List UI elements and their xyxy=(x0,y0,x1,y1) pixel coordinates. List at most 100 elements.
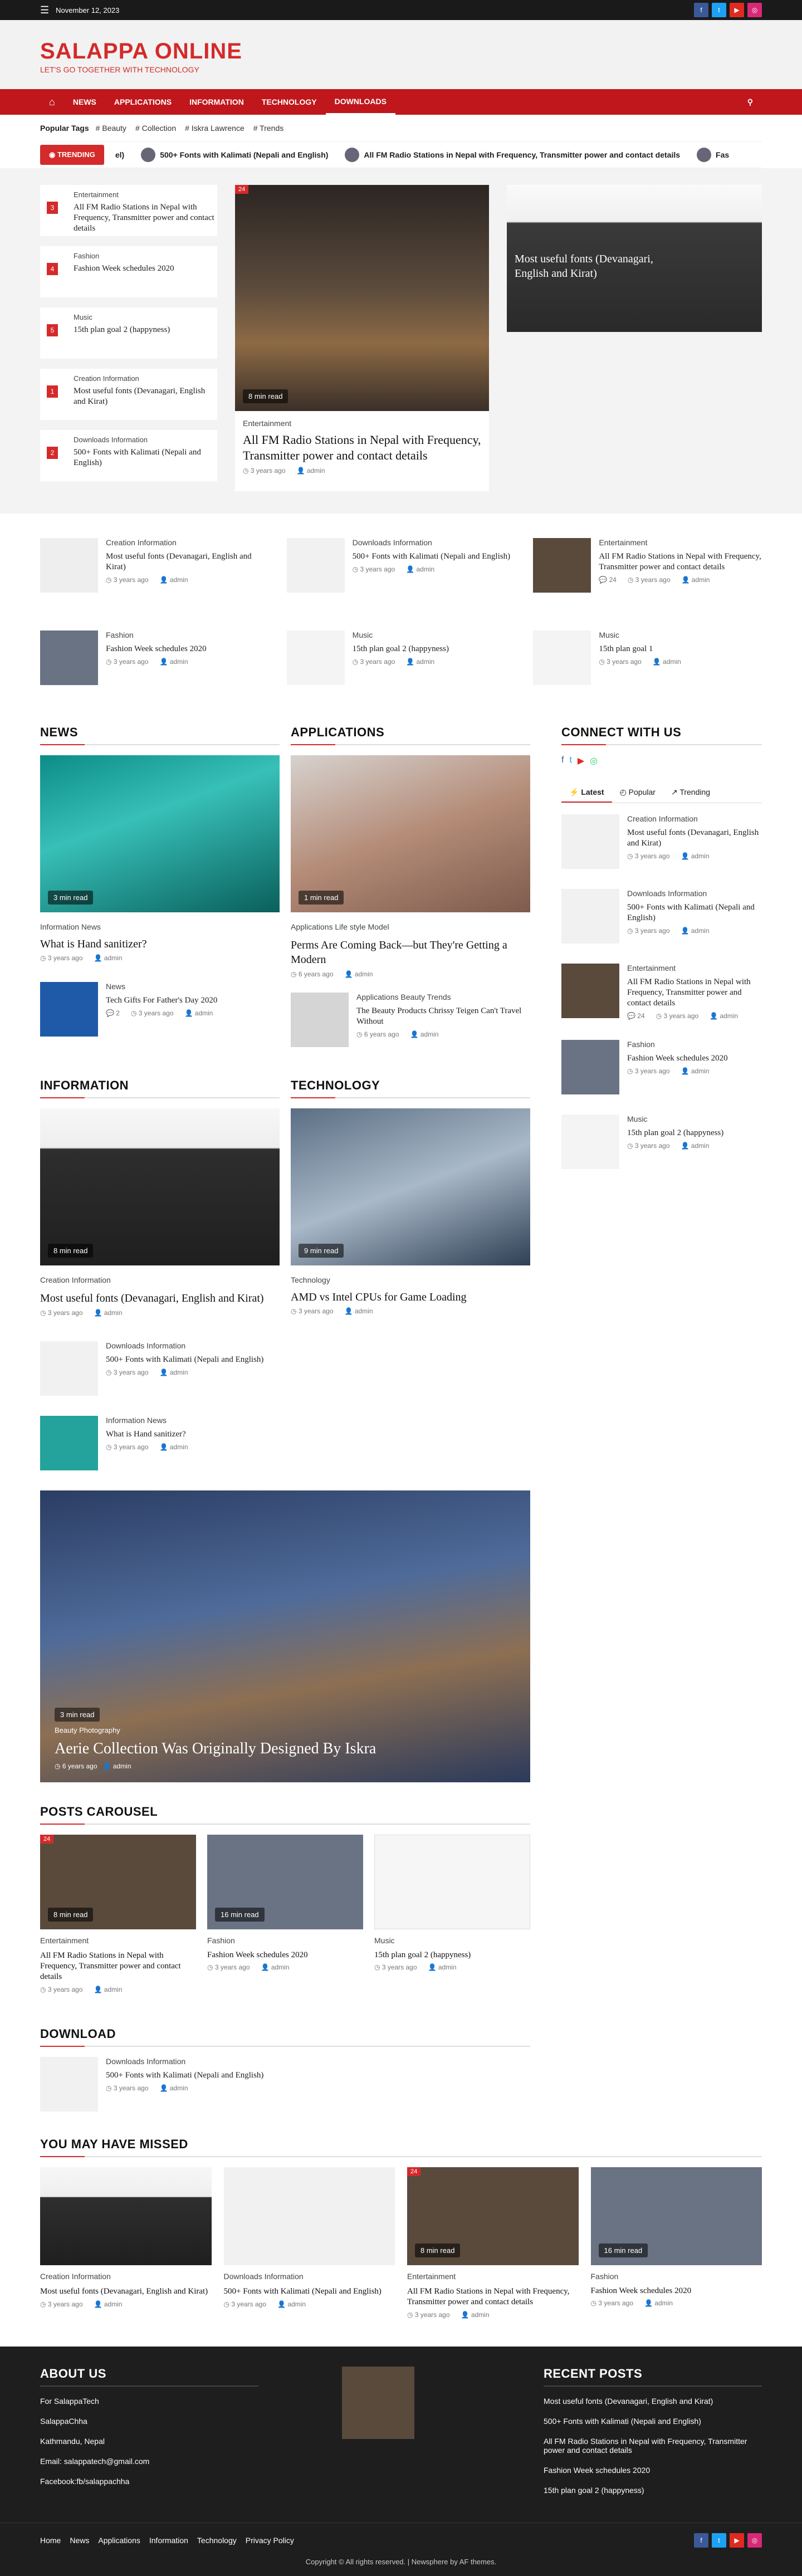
sidebar-post[interactable]: Downloads Information 500+ Fonts with Kal… xyxy=(561,889,762,944)
recent-link[interactable]: Fashion Week schedules 2020 xyxy=(544,2466,762,2475)
recent-link[interactable]: All FM Radio Stations in Nepal with Freq… xyxy=(544,2437,762,2455)
site-logo[interactable]: SALAPPA ONLINE xyxy=(40,39,762,64)
current-date: November 12, 2023 xyxy=(56,6,120,14)
tag-link[interactable]: # Trends xyxy=(253,124,284,133)
hero-list-item[interactable]: 3 Entertainment All FM Radio Stations in N… xyxy=(40,185,217,236)
instagram-icon[interactable]: ◎ xyxy=(747,3,762,17)
tag-link[interactable]: # Iskra Lawrence xyxy=(185,124,244,133)
footer-recent: RECENT POSTS Most useful fonts (Devanaga… xyxy=(544,2367,762,2506)
tag-link[interactable]: # Beauty xyxy=(96,124,126,133)
main-content: NEWS 3 min read Information News What is… xyxy=(40,705,762,1782)
tab-latest[interactable]: ⚡ Latest xyxy=(561,783,612,803)
sidebar-post[interactable]: Fashion Fashion Week schedules 2020 ◷ 3 ye… xyxy=(561,1040,762,1094)
feature-post[interactable]: 3 min read Beauty Photography Aerie Coll… xyxy=(40,1490,530,1782)
recent-link[interactable]: Most useful fonts (Devanagari, English a… xyxy=(544,2397,762,2406)
small-post[interactable]: Music 15th plan goal 1 ◷ 3 years ago 👤 admi… xyxy=(533,630,762,685)
studio-image[interactable]: 24 8 min read xyxy=(235,185,489,411)
missed-item[interactable]: Creation Information Most useful fonts (D… xyxy=(40,2167,212,2319)
download-section: DOWNLOAD Downloads Information 500+ Fonts… xyxy=(40,2027,530,2111)
tab-trending[interactable]: ↗ Trending xyxy=(663,783,718,803)
cpu-image[interactable]: 9 min read xyxy=(291,1108,530,1265)
sidebar-tabs: ⚡ Latest ◴ Popular ↗ Trending xyxy=(561,783,762,803)
fonts-image[interactable]: 8 min read xyxy=(40,1108,280,1265)
facebook-icon[interactable]: f xyxy=(694,2533,708,2548)
sidebar-post[interactable]: Music 15th plan goal 2 (happyness) ◷ 3 yea… xyxy=(561,1115,762,1169)
hero-right-post[interactable]: Most useful fonts (Devanagari, English a… xyxy=(507,185,762,491)
footer-link[interactable]: Applications xyxy=(98,2536,140,2545)
hero-list-item[interactable]: 4 Fashion Fashion Week schedules 2020 xyxy=(40,246,217,297)
ticker-item[interactable]: 500+ Fonts with Kalimati (Nepali and Eng… xyxy=(141,148,328,162)
tag-link[interactable]: # Collection xyxy=(135,124,176,133)
trending-label[interactable]: ◉ TRENDING xyxy=(40,145,104,165)
small-post[interactable]: Entertainment All FM Radio Stations in Ne… xyxy=(533,538,762,593)
sidebar-post[interactable]: Creation Information Most useful fonts (D… xyxy=(561,814,762,869)
small-post[interactable]: Applications Beauty Trends The Beauty Pro… xyxy=(291,993,530,1047)
technology-section: TECHNOLOGY 9 min read Technology AMD vs … xyxy=(291,1078,530,1317)
twitter-icon[interactable]: t xyxy=(712,2533,726,2548)
youtube-icon[interactable]: ▶ xyxy=(730,2533,744,2548)
footer-link[interactable]: Information xyxy=(149,2536,188,2545)
info-title[interactable]: Most useful fonts (Devanagari, English a… xyxy=(40,1291,280,1306)
fonts-image[interactable]: Most useful fonts (Devanagari, English a… xyxy=(507,185,762,332)
ticker-item[interactable]: All FM Radio Stations in Nepal with Freq… xyxy=(345,148,680,162)
facebook-icon[interactable]: f xyxy=(694,3,708,17)
hero-main-title[interactable]: All FM Radio Stations in Nepal with Freq… xyxy=(243,432,481,463)
facebook-icon[interactable]: f xyxy=(561,755,564,766)
sidebar-post[interactable]: Entertainment All FM Radio Stations in Ne… xyxy=(561,964,762,1020)
hero-list-item[interactable]: 5 Music 15th plan goal 2 (happyness) xyxy=(40,307,217,359)
small-post[interactable]: Creation Information Most useful fonts (D… xyxy=(40,538,269,593)
missed-item[interactable]: Downloads Information 500+ Fonts with Kal… xyxy=(223,2167,395,2319)
apps-title[interactable]: Perms Are Coming Back—but They're Gettin… xyxy=(291,938,530,967)
carousel-item[interactable]: Music 15th plan goal 2 (happyness) ◷ 3 yea… xyxy=(374,1835,530,1993)
whatsapp-icon[interactable]: ◎ xyxy=(590,755,598,766)
top-social-links: f t ▶ ◎ xyxy=(694,3,762,17)
nav-information[interactable]: INFORMATION xyxy=(180,89,253,115)
missed-item[interactable]: 16 min read Fashion Fashion Week schedules… xyxy=(590,2167,762,2319)
recent-link[interactable]: 15th plan goal 2 (happyness) xyxy=(544,2486,762,2495)
twitter-icon[interactable]: t xyxy=(712,3,726,17)
footer-link[interactable]: News xyxy=(70,2536,89,2545)
perm-image[interactable]: 1 min read xyxy=(291,755,530,912)
small-post[interactable]: Downloads Information 500+ Fonts with Kal… xyxy=(40,2057,280,2111)
ticker-item[interactable]: el) xyxy=(115,150,124,159)
small-post[interactable]: Information News What is Hand sanitizer? ◷… xyxy=(40,1416,280,1470)
nav-news[interactable]: NEWS xyxy=(64,89,105,115)
footer-link[interactable]: Privacy Policy xyxy=(246,2536,294,2545)
tech-title[interactable]: AMD vs Intel CPUs for Game Loading xyxy=(291,1291,530,1304)
recent-link[interactable]: 500+ Fonts with Kalimati (Nepali and Eng… xyxy=(544,2417,762,2426)
twitter-icon[interactable]: t xyxy=(569,755,571,766)
small-post[interactable]: News Tech Gifts For Father's Day 2020 💬 2 ◷… xyxy=(40,982,280,1037)
small-post[interactable]: Downloads Information 500+ Fonts with Kal… xyxy=(40,1341,280,1396)
instagram-icon[interactable]: ◎ xyxy=(747,2533,762,2548)
youtube-icon[interactable]: ▶ xyxy=(730,3,744,17)
nav-applications[interactable]: APPLICATIONS xyxy=(105,89,180,115)
home-icon[interactable]: ⌂ xyxy=(40,89,64,115)
hero-main-post[interactable]: 24 8 min read Entertainment All FM Radio… xyxy=(235,185,489,491)
hero-list-item[interactable]: 2 Downloads Information 500+ Fonts with Ka… xyxy=(40,430,217,481)
youtube-icon[interactable]: ▶ xyxy=(578,755,584,766)
news-title[interactable]: What is Hand sanitizer? xyxy=(40,938,280,951)
carousel-item[interactable]: 16 min read Fashion Fashion Week schedules… xyxy=(207,1835,363,1993)
popular-tags: Popular Tags # Beauty # Collection # Isk… xyxy=(40,115,762,141)
carousel-item[interactable]: 24 8 min read Entertainment All FM Radio St… xyxy=(40,1835,196,1993)
small-post[interactable]: Downloads Information 500+ Fonts with Kal… xyxy=(286,538,516,593)
small-post[interactable]: Fashion Fashion Week schedules 2020 ◷ 3 ye… xyxy=(40,630,269,685)
nav-downloads[interactable]: DOWNLOADS xyxy=(325,89,395,115)
top-bar: ☰ November 12, 2023 f t ▶ ◎ xyxy=(0,0,802,20)
tab-popular[interactable]: ◴ Popular xyxy=(612,783,663,803)
ticker-item[interactable]: Fas xyxy=(697,148,729,162)
sanitizer-image[interactable]: 3 min read xyxy=(40,755,280,912)
menu-icon[interactable]: ☰ xyxy=(40,4,49,16)
hero-list-item[interactable]: 1 Creation Information Most useful fonts (… xyxy=(40,369,217,420)
site-footer: ABOUT US For SalappaTech SalappaChha Kat… xyxy=(0,2347,802,2576)
small-post[interactable]: Music 15th plan goal 2 (happyness) ◷ 3 yea… xyxy=(286,630,516,685)
sidebar-social: f t ▶ ◎ xyxy=(561,755,762,766)
feature-title[interactable]: Aerie Collection Was Originally Designed… xyxy=(55,1740,376,1758)
search-icon[interactable]: ⚲ xyxy=(739,89,762,115)
nav-technology[interactable]: TECHNOLOGY xyxy=(253,89,326,115)
missed-item[interactable]: 24 8 min read Entertainment All FM Radio St… xyxy=(407,2167,579,2319)
footer-social-links: f t ▶ ◎ xyxy=(694,2533,762,2548)
footer-about: ABOUT US For SalappaTech SalappaChha Kat… xyxy=(40,2367,258,2506)
footer-link[interactable]: Home xyxy=(40,2536,61,2545)
footer-link[interactable]: Technology xyxy=(197,2536,237,2545)
